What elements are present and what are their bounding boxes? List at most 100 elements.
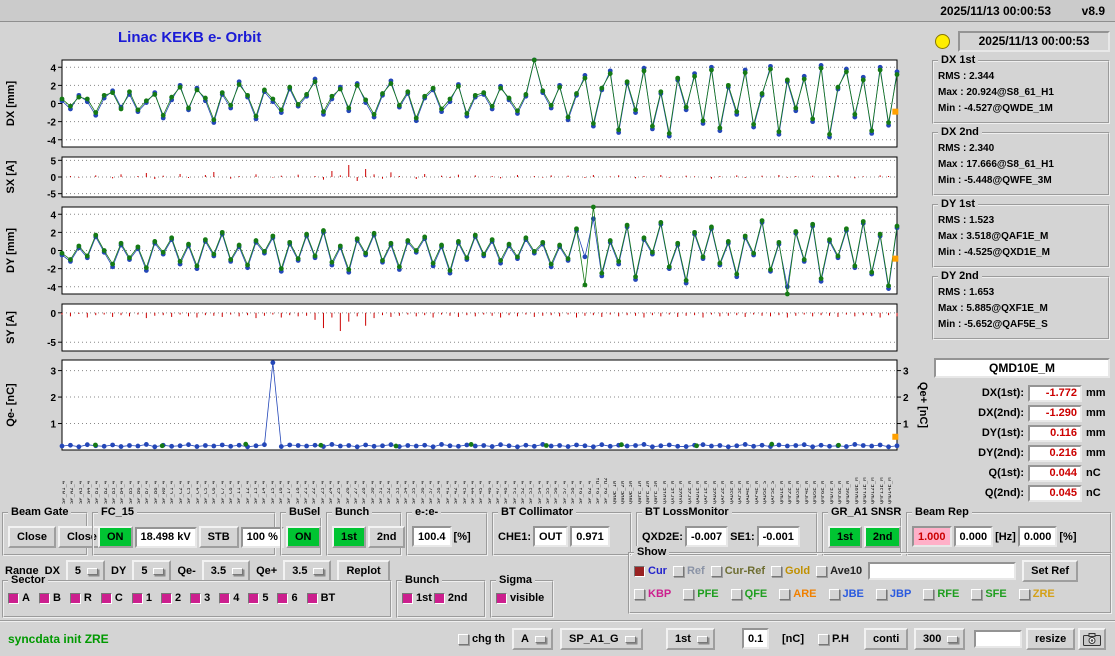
busel-on-button[interactable]: ON — [286, 526, 321, 548]
mode-select[interactable]: A — [512, 628, 553, 650]
checkbox-box[interactable] — [828, 588, 840, 600]
x-axis-label: QMD9E_M — [846, 480, 852, 504]
checkbox-1st[interactable]: 1st — [402, 592, 432, 604]
group-label: Sigma — [496, 574, 536, 586]
checkbox-c[interactable]: C — [100, 592, 123, 604]
checkbox-box[interactable] — [923, 588, 935, 600]
resize-button[interactable]: resize — [1026, 628, 1076, 650]
monitor-value: 0.116 — [1028, 424, 1082, 442]
checkbox-jbe[interactable]: JBE — [828, 588, 864, 600]
checkbox-box[interactable] — [306, 592, 318, 604]
checkbox-are[interactable]: ARE — [779, 588, 817, 600]
checkbox-box[interactable] — [277, 592, 289, 604]
checkbox-cur-ref[interactable]: Cur-Ref — [710, 565, 765, 577]
range-qep-select[interactable]: 3.5 — [283, 560, 332, 582]
checkbox-box[interactable] — [771, 565, 783, 577]
checkbox-box[interactable] — [710, 565, 722, 577]
checkbox-box[interactable] — [458, 633, 469, 645]
checkbox-bt[interactable]: BT — [306, 592, 335, 604]
checkbox-jbp[interactable]: JBP — [875, 588, 911, 600]
checkbox-chg-th[interactable]: chg th — [458, 633, 505, 645]
checkbox-box[interactable] — [971, 588, 983, 600]
option-menu-icon — [534, 635, 546, 643]
checkbox-box[interactable] — [402, 592, 413, 604]
checkbox-pfe[interactable]: PFE — [683, 588, 719, 600]
checkbox-box[interactable] — [131, 592, 143, 604]
checkbox-cur[interactable]: Cur — [634, 565, 667, 577]
checkbox-box[interactable] — [190, 592, 202, 604]
gr-a1-2nd-button[interactable]: 2nd — [863, 526, 902, 548]
checkbox-sfe[interactable]: SFE — [971, 588, 1007, 600]
checkbox-box[interactable] — [8, 592, 19, 604]
checkbox-b[interactable]: B — [38, 592, 61, 604]
x-axis-label: QAF1E_M — [704, 480, 710, 504]
checkbox-rfe[interactable]: RFE — [923, 588, 959, 600]
fc15-stb-button[interactable]: STB — [198, 526, 239, 548]
checkbox-ref[interactable]: Ref — [672, 565, 705, 577]
checkbox-3[interactable]: 3 — [190, 592, 210, 604]
signal-select[interactable]: SP_A1_G — [560, 628, 643, 650]
checkbox-box[interactable] — [248, 592, 260, 604]
svg-text:5: 5 — [50, 156, 56, 167]
fc15-on-button[interactable]: ON — [98, 526, 133, 548]
checkbox-box[interactable] — [496, 592, 507, 604]
stat-rms: RMS : 2.340 — [938, 143, 995, 154]
checkbox-r[interactable]: R — [69, 592, 92, 604]
count-select[interactable]: 300 — [914, 628, 966, 650]
checkbox-a[interactable]: A — [8, 592, 30, 604]
checkbox-box[interactable] — [634, 565, 645, 577]
dx-orbit-plot: 4 2 0 -2 -4 DX [mm] — [0, 54, 930, 153]
checkbox-ph[interactable]: P.H — [818, 633, 849, 645]
x-axis-label: SP_B2_4 — [103, 480, 109, 504]
checkbox-box[interactable] — [1018, 588, 1030, 600]
replot-button[interactable]: Replot — [337, 560, 390, 582]
checkbox-box[interactable] — [683, 588, 695, 600]
checkbox-kbp[interactable]: KBP — [634, 588, 671, 600]
range-qem-select[interactable]: 3.5 — [201, 560, 251, 582]
checkbox-box[interactable] — [730, 588, 742, 600]
checkbox-box[interactable] — [818, 633, 829, 645]
bunch-select[interactable]: 1st — [666, 628, 715, 650]
range-dy-select[interactable]: 5 — [132, 560, 172, 582]
checkbox-label: QFE — [744, 588, 768, 600]
sector-toggles: A B R C 1 2 3 4 5 6 BT — [8, 592, 387, 604]
checkbox-box[interactable] — [816, 565, 828, 577]
range-dx-select[interactable]: 5 — [65, 560, 106, 582]
checkbox-zre[interactable]: ZRE — [1018, 588, 1055, 600]
checkbox-visible[interactable]: visible — [496, 592, 544, 604]
checkbox-qfe[interactable]: QFE — [730, 588, 768, 600]
checkbox-2nd[interactable]: 2nd — [433, 592, 467, 604]
x-axis-label: SP_53_4 — [529, 480, 535, 504]
checkbox-5[interactable]: 5 — [248, 592, 268, 604]
bunch-2nd-button[interactable]: 2nd — [367, 526, 406, 548]
conti-button[interactable]: conti — [864, 628, 909, 650]
monitor-unit: mm — [1086, 387, 1106, 399]
checkbox-1[interactable]: 1 — [131, 592, 152, 604]
checkbox-box[interactable] — [38, 592, 50, 604]
checkbox-2[interactable]: 2 — [160, 592, 181, 604]
aux-input[interactable] — [974, 630, 1022, 648]
checkbox-ave10[interactable]: Ave10 — [816, 565, 862, 577]
group-bunch-select: Bunch 1st 2nd — [326, 506, 406, 556]
checkbox-box[interactable] — [69, 592, 81, 604]
checkbox-label: 1st — [416, 592, 432, 604]
checkbox-box[interactable] — [100, 592, 112, 604]
checkbox-box[interactable] — [875, 588, 887, 600]
checkbox-box[interactable] — [779, 588, 791, 600]
beam-gate-close-button-1[interactable]: Close — [8, 526, 56, 548]
option-menu-icon — [87, 567, 99, 575]
checkbox-box[interactable] — [433, 592, 445, 604]
snapshot-button[interactable] — [1078, 628, 1106, 650]
checkbox-box[interactable] — [672, 565, 684, 577]
gr-a1-1st-button[interactable]: 1st — [828, 526, 862, 548]
set-ref-button[interactable]: Set Ref — [1022, 560, 1079, 582]
checkbox-6[interactable]: 6 — [277, 592, 298, 604]
checkbox-4[interactable]: 4 — [219, 592, 239, 604]
checkbox-gold[interactable]: Gold — [771, 565, 810, 577]
checkbox-box[interactable] — [219, 592, 231, 604]
charge-plot: 3 2 1 3 2 1 Qe- [nC] Qe+ [nC] — [0, 354, 930, 456]
ref-file-input[interactable] — [868, 562, 1017, 580]
bunch-1st-button[interactable]: 1st — [332, 526, 366, 548]
checkbox-box[interactable] — [634, 588, 645, 600]
checkbox-box[interactable] — [160, 592, 172, 604]
